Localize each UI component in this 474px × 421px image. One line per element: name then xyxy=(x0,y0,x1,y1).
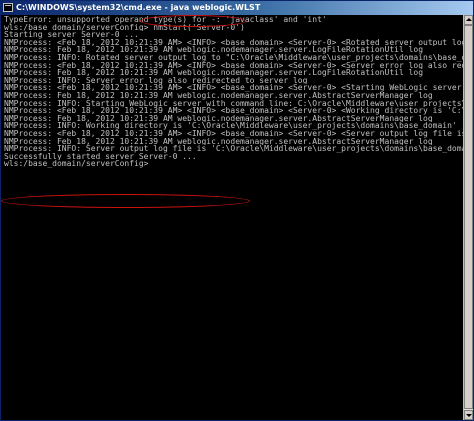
console-line: NMProcess: INFO: Server output log file … xyxy=(4,145,463,153)
console-line: NMProcess: <Feb 18, 2012 10:21:39 AM> <I… xyxy=(4,61,463,70)
console-line: Successfully started server Server-0 ... xyxy=(4,152,197,161)
console-line: NMProcess: INFO: Starting WebLogic serve… xyxy=(4,99,463,108)
scroll-thumb[interactable] xyxy=(464,25,473,409)
console-line: NMProcess: INFO: Server error log also r… xyxy=(4,76,308,85)
cmd-icon[interactable] xyxy=(3,3,13,12)
scroll-up-button[interactable] xyxy=(464,15,473,25)
console-line: NMProcess: INFO: Working directory is 'C… xyxy=(4,122,457,130)
console-text: TypeError: unsupported operand type(s) f… xyxy=(4,16,463,168)
arrow-up-icon xyxy=(466,18,472,21)
console-line: TypeError: unsupported operand type(s) f… xyxy=(4,16,327,24)
console-line: NMProcess: Feb 18, 2012 10:21:39 AM webl… xyxy=(4,46,424,54)
scroll-down-button[interactable] xyxy=(464,410,473,420)
window-title: C:\WINDOWS\system32\cmd.exe - java weblo… xyxy=(16,3,261,12)
cmd-window: C:\WINDOWS\system32\cmd.exe - java weblo… xyxy=(0,0,474,421)
console-line: NMProcess: <Feb 18, 2012 10:21:39 AM> <I… xyxy=(4,38,463,47)
console-line: NMProcess: <Feb 18, 2012 10:21:39 AM> <I… xyxy=(4,129,463,138)
console-line: NMProcess: Feb 18, 2012 10:21:39 AM webl… xyxy=(4,114,433,123)
arrow-down-icon xyxy=(466,414,472,417)
console-line: NMProcess: Feb 18, 2012 10:21:39 AM webl… xyxy=(4,137,433,146)
console-line: wls:/base_domain/serverConfig> xyxy=(4,160,149,168)
console-line: NMProcess: <Feb 18, 2012 10:21:39 AM> <I… xyxy=(4,107,463,115)
console-line: NMProcess: Feb 18, 2012 10:21:39 AM webl… xyxy=(4,91,433,100)
console-output[interactable]: TypeError: unsupported operand type(s) f… xyxy=(1,15,463,420)
console-line: NMProcess: <Feb 18, 2012 10:21:39 AM> <I… xyxy=(4,84,462,92)
console-line: NMProcess: Feb 18, 2012 10:21:39 AM webl… xyxy=(4,69,424,77)
console-line: wls:/base_domain/serverConfig> nmStart('… xyxy=(4,23,245,32)
title-bar[interactable]: C:\WINDOWS\system32\cmd.exe - java weblo… xyxy=(1,1,473,15)
console-line: NMProcess: INFO: Rotated server output l… xyxy=(4,53,463,62)
vertical-scrollbar[interactable] xyxy=(463,15,473,420)
console-line: Starting server Server-0 ... xyxy=(4,31,139,39)
